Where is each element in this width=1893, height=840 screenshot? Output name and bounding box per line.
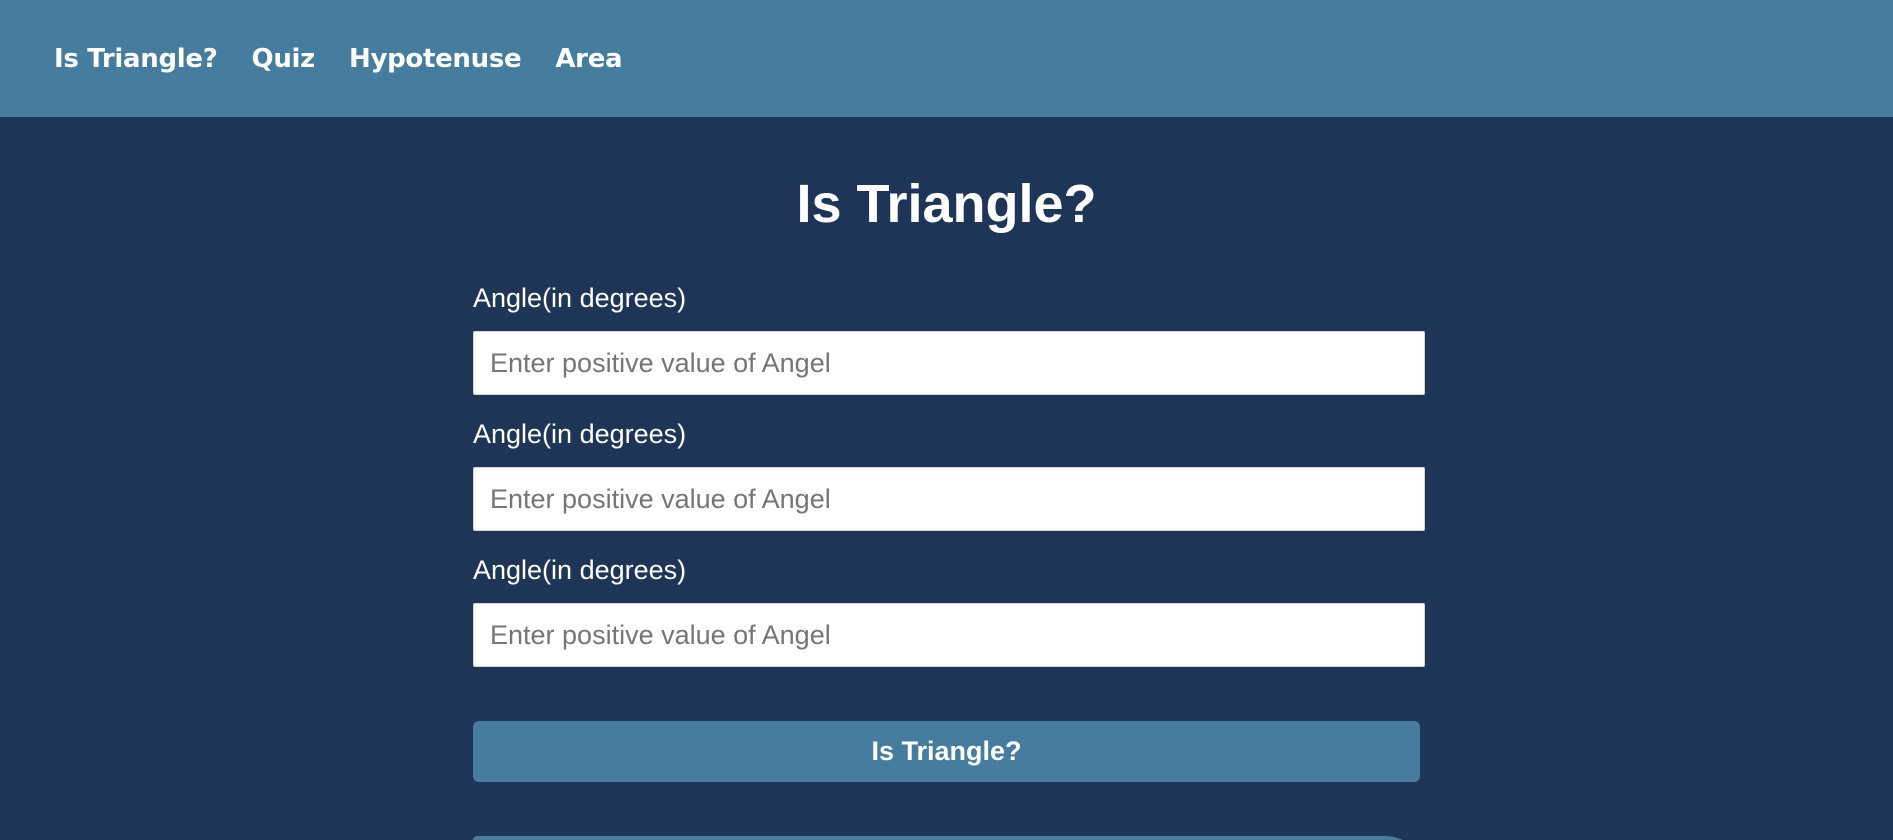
- page-title: Is Triangle?: [796, 174, 1097, 234]
- angle-1-input[interactable]: [473, 331, 1425, 395]
- navbar: Is Triangle? Quiz Hypotenuse Area: [0, 0, 1893, 117]
- output-panel: [473, 836, 1425, 840]
- angle-3-input[interactable]: [473, 603, 1425, 667]
- nav-link-area[interactable]: Area: [555, 44, 622, 74]
- angle-3-label: Angle(in degrees): [473, 555, 687, 585]
- main-content: Is Triangle? Angle(in degrees) Angle(in …: [0, 117, 1893, 840]
- angle-1-label: Angle(in degrees): [473, 283, 687, 313]
- nav-link-hypotenuse[interactable]: Hypotenuse: [349, 44, 522, 74]
- nav-link-quiz[interactable]: Quiz: [252, 44, 316, 74]
- nav-link-is-triangle[interactable]: Is Triangle?: [54, 44, 218, 74]
- angle-2-label: Angle(in degrees): [473, 419, 687, 449]
- is-triangle-button[interactable]: Is Triangle?: [473, 721, 1420, 782]
- angle-2-input[interactable]: [473, 467, 1425, 531]
